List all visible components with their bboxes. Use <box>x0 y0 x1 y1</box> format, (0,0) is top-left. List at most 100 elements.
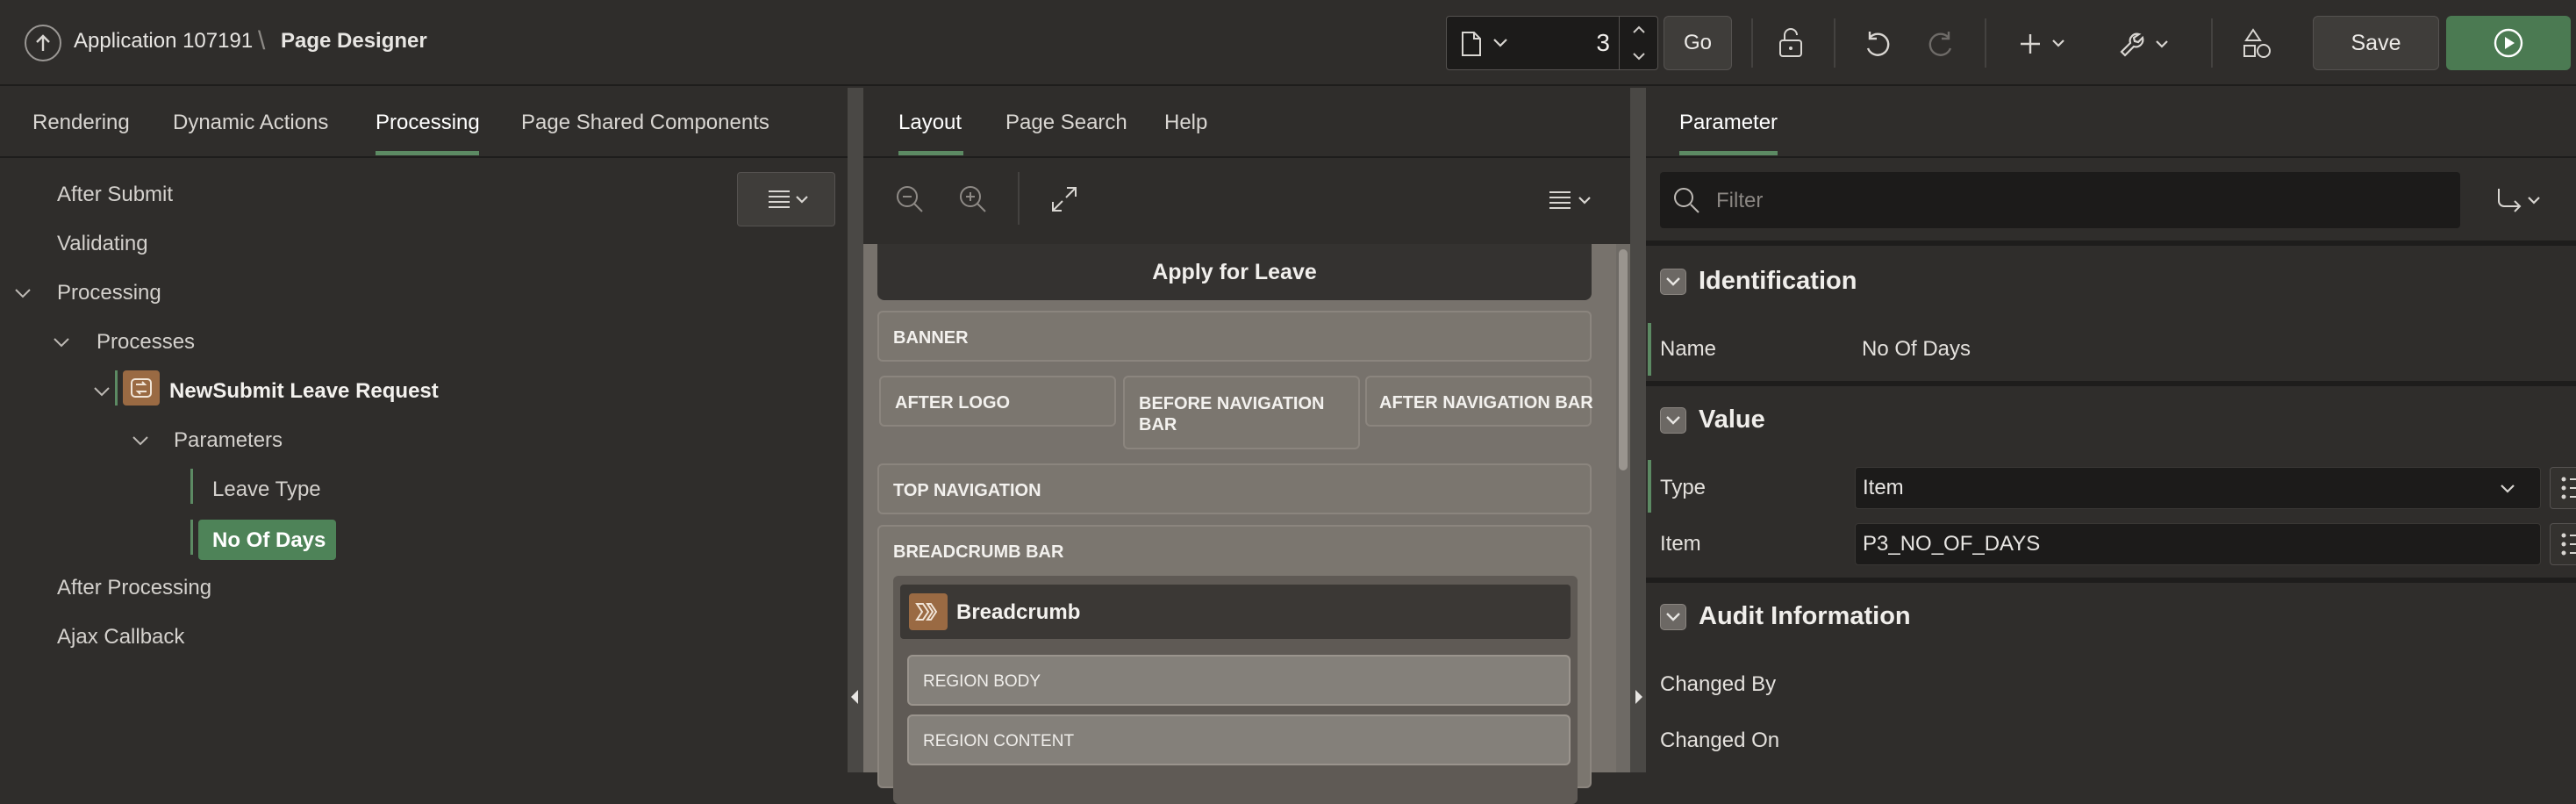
section-identification[interactable]: Identification <box>1699 267 1857 296</box>
tab-processing[interactable]: Processing <box>376 111 480 135</box>
chevron-down-icon[interactable] <box>1632 52 1646 61</box>
shared-components-icon[interactable] <box>2237 25 2276 63</box>
tab-layout[interactable]: Layout <box>898 111 962 135</box>
breadcrumb-region-header[interactable]: Breadcrumb <box>900 585 1571 639</box>
scrollbar-thumb[interactable] <box>1619 249 1628 470</box>
type-label: Type <box>1660 476 1707 499</box>
page-title: Page Designer <box>281 29 427 53</box>
tree-item-after-submit[interactable]: After Submit <box>57 183 173 207</box>
region-breadcrumb-bar[interactable]: BREADCRUMB BAR Breadcrumb REGION BODY RE… <box>877 525 1592 804</box>
save-button[interactable]: Save <box>2313 16 2439 70</box>
type-select[interactable]: Item <box>1855 467 2541 509</box>
breadcrumb-icon <box>909 593 948 630</box>
page-stepper[interactable] <box>1619 17 1659 69</box>
unlock-icon[interactable] <box>1771 23 1811 63</box>
layout-menu-button[interactable] <box>1541 183 1604 218</box>
section-value[interactable]: Value <box>1699 406 1765 434</box>
tree-item-no-of-days[interactable]: No Of Days <box>198 520 336 560</box>
tree-item-process[interactable]: NewSubmit Leave Request <box>169 379 439 404</box>
toolbar-divider <box>1018 172 1020 225</box>
chevron-up-icon[interactable] <box>1632 25 1646 34</box>
zoom-in-icon[interactable] <box>955 181 991 218</box>
expand-icon[interactable] <box>1046 181 1083 218</box>
left-splitter[interactable] <box>848 88 863 772</box>
tree-item-ajax-callback[interactable]: Ajax Callback <box>57 625 184 650</box>
tree-item-after-processing[interactable]: After Processing <box>57 576 211 600</box>
item-input[interactable]: P3_NO_OF_DAYS <box>1855 523 2541 565</box>
canvas-scrollbar[interactable] <box>1616 244 1630 772</box>
app-title[interactable]: Application 107191 <box>74 29 253 54</box>
chevron-down-icon[interactable] <box>93 386 111 397</box>
name-value[interactable]: No Of Days <box>1862 337 1971 362</box>
collapse-left-icon[interactable] <box>851 690 860 704</box>
region-label: TOP NAVIGATION <box>893 481 1041 500</box>
section-audit-information[interactable]: Audit Information <box>1699 602 1911 631</box>
go-to-group-button[interactable] <box>2490 183 2550 218</box>
tree-item-processing[interactable]: Processing <box>57 281 161 305</box>
add-menu-button[interactable] <box>2018 26 2074 61</box>
region-after-navigation-bar[interactable]: AFTER NAVIGATION BAR <box>1365 376 1593 427</box>
utilities-wrench-icon[interactable] <box>2116 25 2178 63</box>
breadcrumb-separator: \ <box>258 26 266 55</box>
tree-view-menu-button[interactable] <box>737 172 835 226</box>
search-icon <box>1672 186 1700 214</box>
page-icon <box>1461 31 1482 57</box>
page-selector[interactable]: 3 <box>1446 16 1658 70</box>
tab-page-shared-components[interactable]: Page Shared Components <box>521 111 769 135</box>
canvas-page-title-text: Apply for Leave <box>1152 259 1317 284</box>
tab-help[interactable]: Help <box>1164 111 1207 135</box>
tree-item-processes[interactable]: Processes <box>97 330 195 355</box>
right-splitter[interactable] <box>1630 88 1646 772</box>
region-before-navigation-bar[interactable]: BEFORE NAVIGATION BAR <box>1123 376 1360 449</box>
section-divider <box>1646 381 2576 386</box>
region-body[interactable]: REGION BODY <box>907 655 1571 706</box>
chevron-down-icon[interactable] <box>1492 38 1508 48</box>
region-top-navigation[interactable]: TOP NAVIGATION <box>877 463 1592 514</box>
tree-item-leave-type[interactable]: Leave Type <box>212 477 321 502</box>
redo-icon[interactable] <box>1921 25 1960 63</box>
toolbar-divider <box>1985 18 1986 68</box>
toolbar-divider <box>1834 18 1835 68</box>
undo-icon[interactable] <box>1858 25 1897 63</box>
collapse-value-toggle[interactable] <box>1660 407 1686 434</box>
layout-pane: Layout Page Search Help Apply for Leave … <box>863 88 1630 804</box>
page-number-input[interactable]: 3 <box>1578 29 1610 57</box>
chevron-down-icon[interactable] <box>53 337 70 348</box>
canvas-page-title[interactable]: Apply for Leave <box>877 244 1592 300</box>
zoom-out-icon[interactable] <box>891 181 928 218</box>
list-icon[interactable] <box>2550 523 2576 565</box>
region-banner[interactable]: BANNER <box>877 311 1592 362</box>
active-tab-indicator <box>376 151 479 155</box>
region-content[interactable]: REGION CONTENT <box>907 714 1571 765</box>
collapse-audit-toggle[interactable] <box>1660 604 1686 630</box>
region-label: AFTER LOGO <box>895 393 1011 413</box>
process-icon <box>123 370 160 406</box>
tree-guide-line <box>190 469 193 504</box>
toolbar-divider <box>1751 18 1753 68</box>
up-arrow-icon[interactable] <box>25 25 61 61</box>
list-icon[interactable] <box>2550 467 2576 509</box>
filter-field[interactable]: Filter <box>1660 172 2460 228</box>
tab-page-search[interactable]: Page Search <box>1005 111 1127 135</box>
collapse-identification-toggle[interactable] <box>1660 269 1686 295</box>
section-divider <box>1646 578 2576 583</box>
breadcrumb-region[interactable]: Breadcrumb REGION BODY REGION CONTENT <box>893 576 1578 804</box>
run-page-button[interactable] <box>2446 16 2571 70</box>
region-label: BANNER <box>893 328 969 348</box>
tree-item-validating[interactable]: Validating <box>57 232 148 256</box>
tab-dynamic-actions[interactable]: Dynamic Actions <box>173 111 328 135</box>
tree-item-parameters[interactable]: Parameters <box>174 428 283 453</box>
left-pane: Rendering Dynamic Actions Processing Pag… <box>0 88 848 772</box>
active-tab-indicator <box>898 151 963 155</box>
chevron-down-icon[interactable] <box>132 435 149 446</box>
tab-rendering[interactable]: Rendering <box>32 111 130 135</box>
filter-placeholder: Filter <box>1716 189 1764 212</box>
chevron-down-icon[interactable] <box>14 288 32 298</box>
item-label: Item <box>1660 532 1701 556</box>
go-button[interactable]: Go <box>1664 16 1732 70</box>
item-input-value: P3_NO_OF_DAYS <box>1863 532 2041 556</box>
region-after-logo[interactable]: AFTER LOGO <box>879 376 1116 427</box>
tab-parameter[interactable]: Parameter <box>1679 111 1778 135</box>
tree-item-label: No Of Days <box>212 528 326 552</box>
collapse-right-icon[interactable] <box>1634 690 1642 704</box>
